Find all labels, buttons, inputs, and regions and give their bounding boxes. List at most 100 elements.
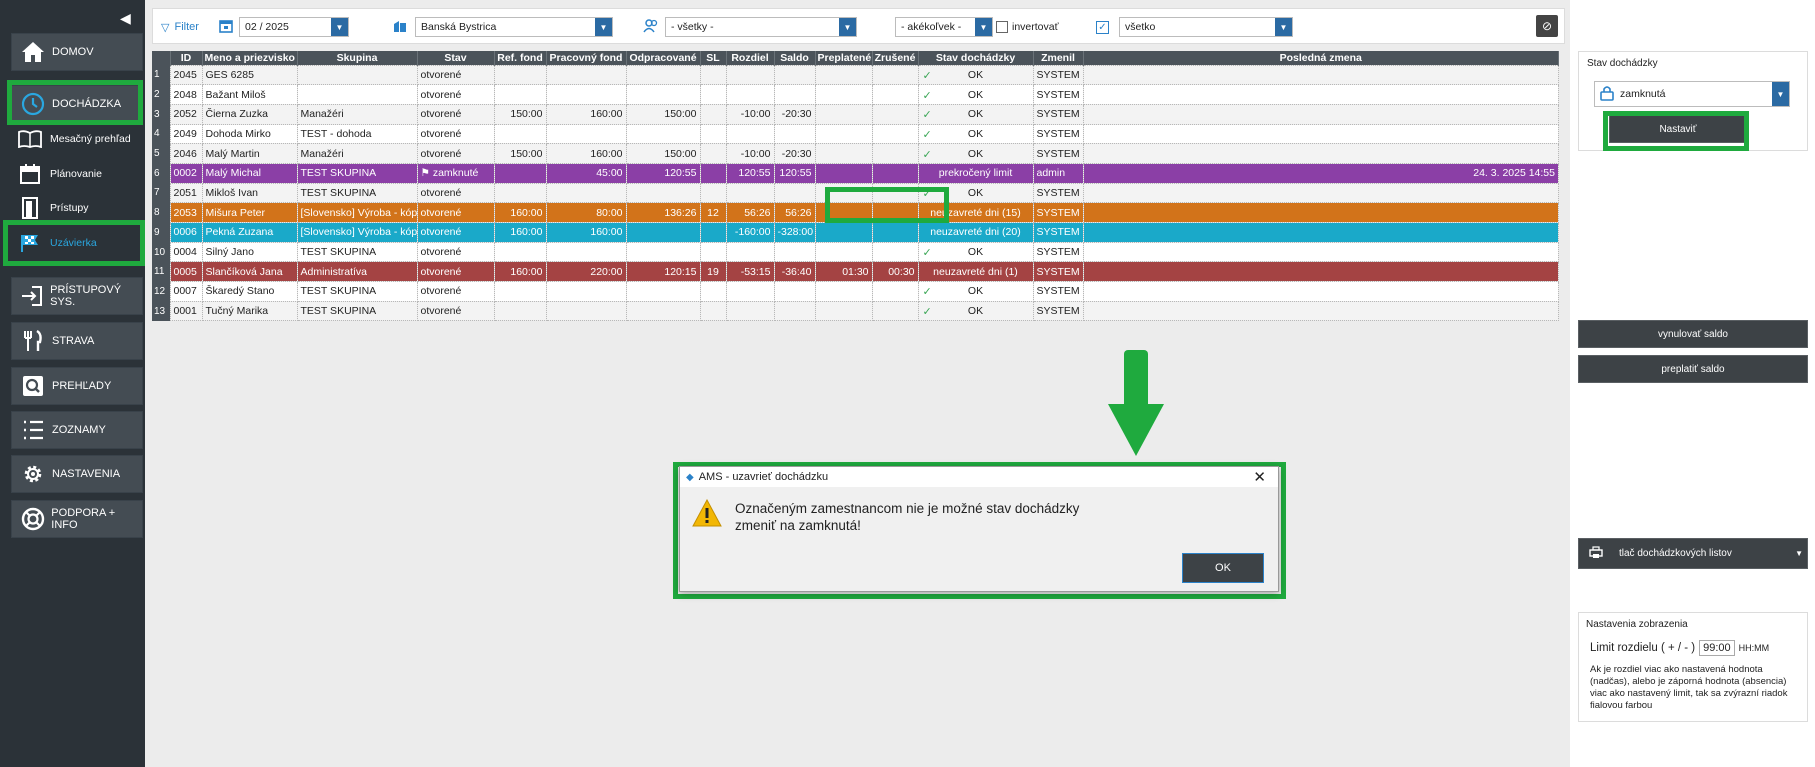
nav-domov[interactable]: DOMOV [11,33,143,71]
set-status-button[interactable]: Nastaviť [1609,115,1747,143]
printer-icon [1589,545,1603,562]
nav-podpora-label: PODPORA + INFO [51,507,116,531]
print-label: tlač dochádzkových listov [1619,548,1732,559]
nav-pristupovy-sys[interactable]: PRÍSTUPOVÝ SYS. [11,277,143,315]
cell-last [1082,103,1559,125]
dialog-message: Označeným zamestnancom nie je možné stav… [735,501,1080,533]
nav-uzavierka[interactable]: Uzávierka [18,228,143,258]
cell-state: otvorené [416,64,495,86]
cell-by: admin [1032,162,1084,184]
attendance-status: OK [967,147,984,160]
location-select[interactable]: Banská Bystrica ▼ [415,17,613,37]
cell-state: otvorené [416,202,495,223]
col-cancelled[interactable]: Zrušené [872,51,919,65]
nav-strava[interactable]: STRAVA [11,322,143,360]
table-row[interactable]: 10 0004 Silný Jano TEST SKUPINA otvorené ✓ OK S… [152,241,1559,263]
cell-saldo [773,241,816,263]
cell-diff: -53:15 [725,261,775,283]
col-attendance-state[interactable]: Stav dochádzky [918,51,1034,65]
cell-fund [545,182,627,204]
col-saldo[interactable]: Saldo [774,51,816,65]
cell-diff: 120:55 [725,162,775,184]
cell-id: 2051 [169,182,203,204]
table-row[interactable]: 13 0001 Tučný Marika TEST SKUPINA otvorené ✓ O… [152,300,1559,322]
table-row[interactable]: 6 0002 Malý Michal TEST SKUPINA ⚑ zamknuté 45… [152,162,1559,184]
cell-name: Bažant Miloš [201,84,298,105]
close-icon[interactable]: ✕ [1253,468,1266,486]
nav-nastavenia[interactable]: NASTAVENIA [11,455,143,493]
nav-zoznamy[interactable]: ZOZNAMY [11,411,143,449]
all-select[interactable]: všetko ▼ [1119,17,1293,37]
cell-ref: 160:00 [493,222,547,243]
cell-ref: 160:00 [493,261,547,283]
table-row[interactable]: 3 2052 Čierna Zuzka Manažéri otvorené 150:00 1… [152,103,1559,125]
attendance-status: OK [967,88,984,101]
cell-saldo: -36:40 [773,261,816,283]
col-name[interactable]: Meno a priezvisko [202,51,298,65]
col-ref-fund[interactable]: Ref. fond [494,51,547,65]
cell-group: Manažéri [296,103,418,125]
col-last-change[interactable]: Posledná zmena [1083,51,1559,65]
reset-saldo-button[interactable]: vynulovať saldo [1578,320,1808,348]
collapse-sidebar-icon[interactable]: ◀ [120,10,131,27]
cell-cancel [871,202,919,223]
table-row[interactable]: 8 2053 Mišura Peter [Slovensko] Výroba - kó… [152,202,1559,223]
cell-fund: 220:00 [545,261,627,283]
col-paid[interactable]: Preplatené [815,51,873,65]
nav-dochadzka[interactable]: DOCHÁDZKA [11,85,143,123]
col-state[interactable]: Stav [417,51,495,65]
table-row[interactable]: 7 2051 Mikloš Ivan TEST SKUPINA otvorené ✓ OK S… [152,182,1559,204]
cancel-filter-button[interactable]: ⊘ [1536,15,1558,37]
status-select[interactable]: zamknutá ▼ [1594,81,1790,107]
table-row[interactable]: 12 0007 Škaredý Stano TEST SKUPINA otvorené ✓… [152,281,1559,302]
table-row[interactable]: 4 2049 Dohoda Mirko TEST - dohoda otvorené ✓ O… [152,123,1559,145]
all-checkbox[interactable]: ✓ [1096,20,1109,34]
nav-prehlady[interactable]: PREHĽADY [11,367,143,405]
dialog-ok-button[interactable]: OK [1182,553,1264,583]
cell-group: Administratíva [296,261,418,283]
cell-diff: -160:00 [725,222,775,243]
cell-last [1082,143,1559,164]
attendance-status: neuzavreté dni (1) [933,265,1018,278]
cell-diff [725,182,775,204]
col-work-fund[interactable]: Pracovný fond [546,51,627,65]
cell-last [1082,281,1559,302]
cell-ref: 150:00 [493,103,547,125]
table-row[interactable]: 1 2045 GES 6285 otvorené ✓ OK SYSTEM [152,64,1559,86]
nav-mesacny-prehlad[interactable]: Mesačný prehľad [18,124,143,154]
invert-checkbox[interactable] [996,21,1008,33]
cell-last [1082,222,1559,243]
group-select[interactable]: - všetky - ▼ [665,17,857,37]
cell-worked: 150:00 [625,143,701,164]
col-worked[interactable]: Odpracované [626,51,701,65]
limit-input[interactable]: 99:00 [1699,640,1735,656]
cell-state: otvorené [416,261,495,283]
cell-worked [625,84,701,105]
pay-saldo-button[interactable]: preplatiť saldo [1578,355,1808,383]
col-sl[interactable]: SL [700,51,727,65]
col-changed-by[interactable]: Zmenil [1033,51,1084,65]
nav-planovanie[interactable]: Plánovanie [18,159,143,189]
table-row[interactable]: 5 2046 Malý Martin Manažéri otvorené 150:00 16… [152,143,1559,164]
nav-podpora[interactable]: PODPORA + INFO [11,500,143,538]
table-row[interactable]: 11 0005 Slančíková Jana Administratíva otvor… [152,261,1559,283]
col-id[interactable]: ID [170,51,203,65]
row-index: 10 [152,242,170,262]
table-row[interactable]: 9 0006 Pekná Zuzana [Slovensko] Výroba - kó… [152,222,1559,243]
cell-id: 2049 [169,123,203,145]
cell-fund [545,123,627,145]
status-panel: Stav dochádzky zamknutá ▼ Nastaviť [1578,51,1808,151]
cell-att: ✓ OK [917,300,1034,322]
nav-pristupy[interactable]: Prístupy [18,193,143,223]
all-value: všetko [1125,21,1156,33]
state-select[interactable]: - akékoľvek - ▼ [895,17,993,37]
cell-ref [493,162,547,184]
period-select[interactable]: 02 / 2025 ▼ [239,17,349,37]
filter-button[interactable]: ▽ Filter [161,17,199,37]
print-button[interactable]: tlač dochádzkových listov ▼ [1578,538,1808,569]
col-group[interactable]: Skupina [297,51,418,65]
nav-prehlady-label: PREHĽADY [52,380,112,392]
table-row[interactable]: 2 2048 Bažant Miloš otvorené ✓ OK SYSTEM [152,84,1559,105]
col-diff[interactable]: Rozdiel [726,51,775,65]
nav-nastavenia-label: NASTAVENIA [52,468,121,480]
